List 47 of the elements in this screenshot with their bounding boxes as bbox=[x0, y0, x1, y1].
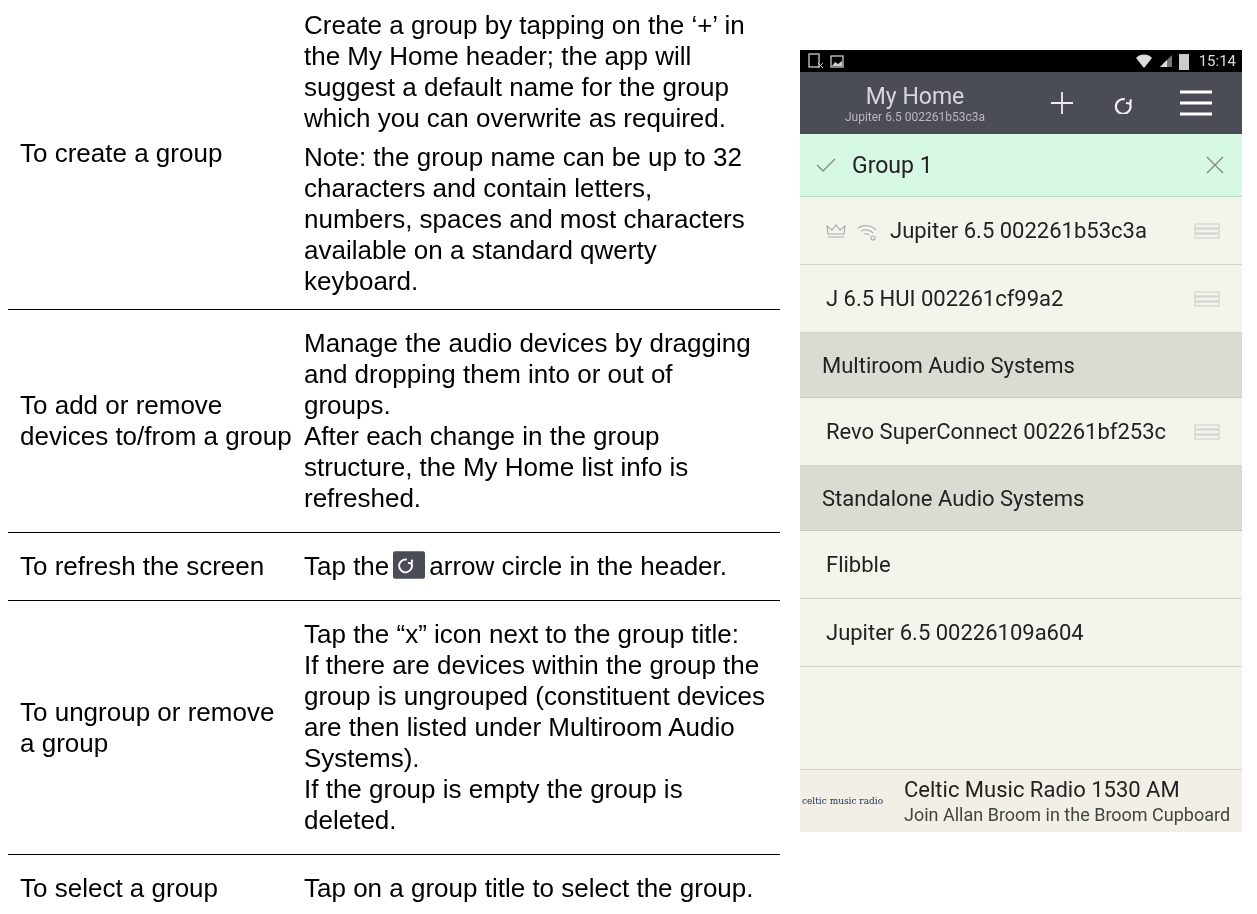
battery-icon bbox=[1178, 52, 1189, 70]
signal-icon bbox=[1158, 54, 1173, 68]
task-label: To select a group bbox=[19, 873, 219, 904]
menu-icon bbox=[1180, 90, 1212, 116]
device-name: Revo SuperConnect 002261bf253c bbox=[826, 419, 1168, 444]
instruction-text: Note: the group name can be up to 32 characters and contain letters, numbers, spaces and most characters available on a standard qwerty keyboard. bbox=[304, 141, 746, 297]
device-name: Flibble bbox=[826, 552, 892, 577]
check-icon bbox=[816, 157, 836, 173]
sim-card-icon bbox=[808, 53, 824, 69]
clock-time: 15:14 bbox=[1198, 52, 1236, 70]
drag-handle-icon[interactable] bbox=[1194, 423, 1220, 440]
task-label: To add or remove devices to/from a group bbox=[19, 390, 293, 452]
task-label: To ungroup or remove a group bbox=[19, 696, 276, 759]
task-label: To refresh the screen bbox=[19, 551, 266, 582]
instruction-text: If there are devices within the group the group is ungrouped (constituent devices are then listed under Multiroom Audio Systems). bbox=[304, 650, 766, 774]
group-row[interactable]: Group 1 bbox=[800, 134, 1242, 197]
device-row[interactable]: Flibble bbox=[800, 531, 1242, 599]
instruction-text: Tap the bbox=[304, 551, 390, 581]
instruction-text: Manage the audio devices by dragging and dropping them into or out of groups. bbox=[304, 328, 752, 421]
task-label: To create a group bbox=[19, 138, 224, 169]
instruction-text: Tap the “x” icon next to the group title: bbox=[304, 619, 741, 650]
instruction-text: After each change in the group structure, the My Home list info is refreshed. bbox=[304, 421, 690, 514]
wifi-icon bbox=[1134, 53, 1153, 69]
drag-handle-icon[interactable] bbox=[1194, 290, 1220, 307]
header-title: My Home bbox=[865, 82, 965, 110]
device-name: J 6.5 HUI 002261cf99a2 bbox=[826, 286, 1065, 311]
station-logo: celtic music radio bbox=[802, 796, 885, 806]
image-icon bbox=[830, 54, 844, 68]
device-name: Jupiter 6.5 00226109a604 bbox=[826, 620, 1085, 645]
crown-icon bbox=[826, 222, 846, 239]
instruction-text: If the group is empty the group is deleted. bbox=[304, 774, 684, 836]
instruction-text: arrow circle in the header. bbox=[429, 551, 727, 581]
plus-icon bbox=[1050, 91, 1074, 115]
drag-handle-icon[interactable] bbox=[1194, 222, 1220, 239]
close-icon[interactable] bbox=[1206, 156, 1224, 174]
refresh-icon bbox=[393, 551, 426, 579]
device-row[interactable]: Jupiter 6.5 00226109a604 bbox=[800, 599, 1242, 667]
instruction-text: Create a group by tapping on the ‘+’ in the My Home header; the app will suggest a default name for the group which you can overwrite as required. bbox=[304, 10, 746, 134]
group-title: Group 1 bbox=[852, 151, 934, 179]
station-title: Celtic Music Radio 1530 AM bbox=[904, 777, 1181, 802]
header-subtitle: Jupiter 6.5 002261b53c3a bbox=[844, 109, 986, 124]
device-name: Jupiter 6.5 002261b53c3a bbox=[890, 218, 1148, 243]
section-title: Standalone Audio Systems bbox=[822, 485, 1085, 511]
programme-subtitle: Join Allan Broom in the Broom Cupboard bbox=[904, 804, 1231, 825]
section-title: Multiroom Audio Systems bbox=[822, 352, 1075, 378]
instruction-text: Tap on a group title to select the group. bbox=[304, 873, 755, 904]
device-row[interactable]: Jupiter 6.5 002261b53c3a bbox=[800, 197, 1242, 265]
